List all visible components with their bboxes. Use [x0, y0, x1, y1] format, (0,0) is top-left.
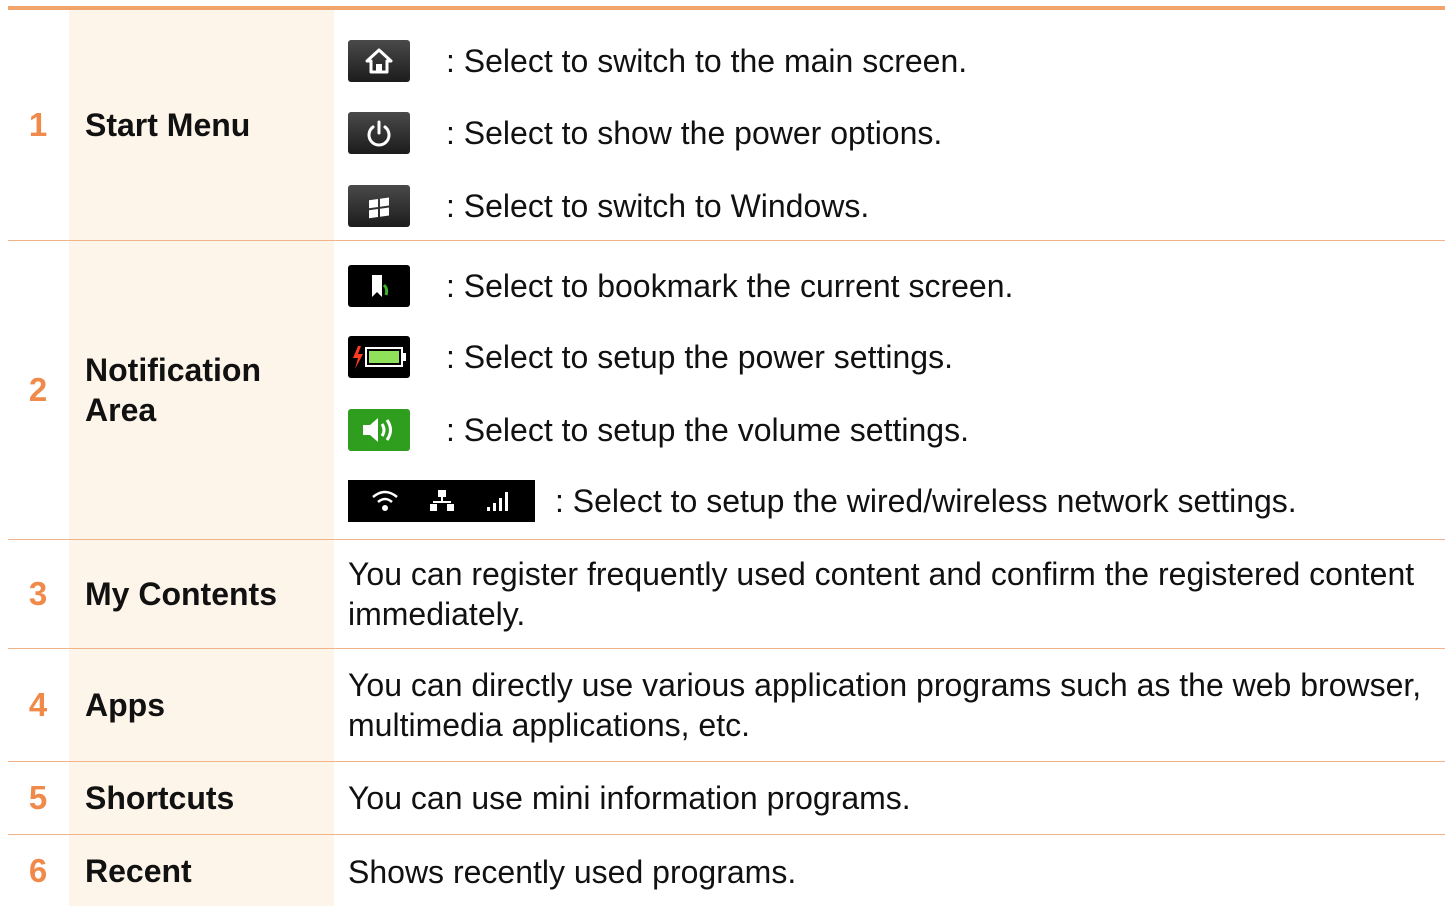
- row-label-cell: Shortcuts: [69, 762, 334, 834]
- row-number: 6: [28, 851, 48, 889]
- icon-description: : Select to setup the wired/wireless net…: [555, 483, 1297, 519]
- row-description: : Select to switch to the main screen. :…: [348, 10, 1445, 240]
- row-number: 1: [28, 106, 48, 143]
- home-icon: [348, 40, 410, 82]
- icon-description: : Select to bookmark the current screen.: [446, 268, 1014, 304]
- icon-description: : Select to switch to Windows.: [446, 188, 870, 224]
- row-label: Apps: [85, 687, 165, 723]
- row-label: Start Menu: [85, 107, 251, 143]
- row-description-text: Shows recently used programs.: [348, 854, 797, 890]
- row-number: 4: [28, 686, 48, 723]
- icon-item: : Select to setup the volume settings.: [348, 409, 969, 451]
- windows-icon: [348, 185, 410, 227]
- icon-item: : Select to show the power options.: [348, 112, 943, 154]
- wired-network-icon: [429, 490, 454, 511]
- row-label-cell: My Contents: [69, 540, 334, 648]
- row-label: Shortcuts: [85, 780, 235, 816]
- icon-item: : Select to setup the power settings.: [348, 336, 953, 378]
- row-number: 3: [28, 575, 48, 612]
- icon-description: : Select to switch to the main screen.: [446, 43, 968, 79]
- table-row-recent: 6 Recent Shows recently used programs.: [8, 835, 1445, 906]
- volume-icon: [348, 409, 410, 451]
- row-label: My Contents: [85, 576, 277, 612]
- row-number: 2: [28, 371, 48, 408]
- row-description-text: You can use mini information programs.: [348, 780, 911, 816]
- row-label-cell: Recent: [69, 835, 334, 906]
- row-label: Recent: [85, 852, 192, 889]
- row-description: : Select to bookmark the current screen.…: [348, 241, 1445, 539]
- power-icon: [348, 112, 410, 154]
- icon-description: : Select to setup the power settings.: [446, 339, 953, 375]
- icon-description: : Select to show the power options.: [446, 115, 943, 151]
- row-description: You can register frequently used content…: [348, 540, 1445, 648]
- row-label-cell: Start Menu: [69, 10, 334, 240]
- row-description: You can use mini information programs.: [348, 762, 1445, 834]
- wifi-icon: [371, 490, 398, 511]
- row-description-text: You can directly use various application…: [348, 667, 1422, 743]
- icon-description: : Select to setup the volume settings.: [446, 412, 969, 448]
- row-label-cell: Notification Area: [69, 241, 334, 539]
- icon-item: : Select to switch to Windows.: [348, 185, 870, 227]
- row-label: Notification Area: [85, 352, 261, 428]
- bookmark-icon: [348, 265, 410, 307]
- table-row-shortcuts: 5 Shortcuts You can use mini information…: [8, 762, 1445, 835]
- network-icons: [348, 480, 535, 522]
- icon-item: : Select to switch to the main screen.: [348, 40, 968, 82]
- table-row-start-menu: 1 Start Menu : Select to switch to the m…: [8, 10, 1445, 241]
- table-row-notification-area: 2 Notification Area : Select to bookmark…: [8, 241, 1445, 540]
- table-row-my-contents: 3 My Contents You can register frequentl…: [8, 540, 1445, 649]
- row-description: You can directly use various application…: [348, 649, 1445, 761]
- row-description-text: You can register frequently used content…: [348, 556, 1415, 632]
- table-row-apps: 4 Apps You can directly use various appl…: [8, 649, 1445, 762]
- signal-strength-icon: [486, 492, 508, 511]
- row-description: Shows recently used programs.: [348, 835, 1445, 906]
- row-label-cell: Apps: [69, 649, 334, 761]
- icon-item: : Select to setup the wired/wireless net…: [348, 480, 1297, 522]
- icon-item: : Select to bookmark the current screen.: [348, 265, 1014, 307]
- row-number: 5: [28, 779, 48, 816]
- battery-icon: [348, 336, 410, 378]
